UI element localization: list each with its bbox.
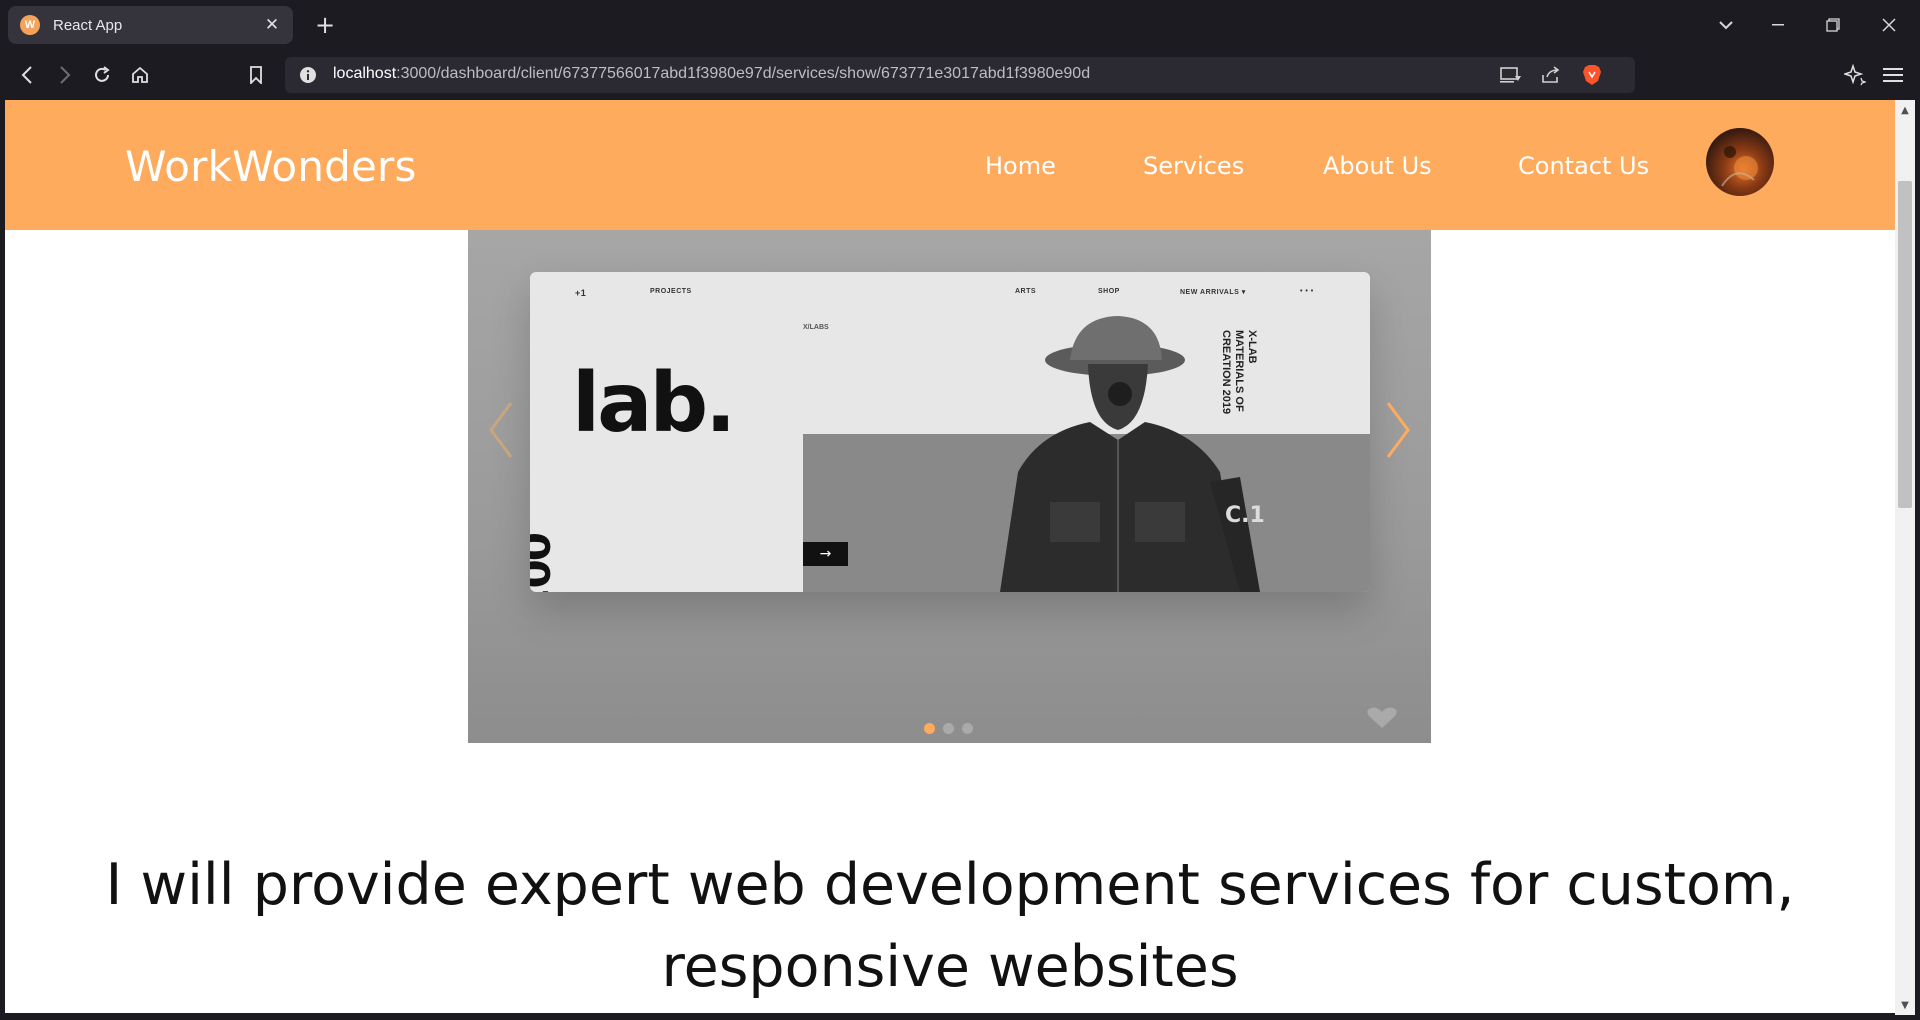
mock-tag: X/LABS [803, 324, 829, 331]
browser-tab-bar: W React App ✕ + [0, 0, 1920, 50]
forward-icon[interactable] [52, 62, 78, 88]
address-bar[interactable]: localhost:3000/dashboard/client/67377566… [285, 57, 1635, 93]
new-tab-icon[interactable]: + [312, 11, 338, 39]
cast-icon[interactable] [1500, 65, 1522, 85]
carousel-slide-image: +1 PROJECTS ARTS SHOP NEW ARRIVALS ▾ • •… [530, 272, 1370, 592]
brand-logo-text[interactable]: WorkWonders [125, 142, 417, 191]
mock-nav-more: • • • [1300, 288, 1314, 295]
service-title-line2: responsive websites [661, 934, 1239, 1000]
url-path: :3000/dashboard/client/67377566017abd1f3… [396, 65, 1091, 82]
svg-text:C.1: C.1 [1225, 503, 1265, 528]
nav-contact-link[interactable]: Contact Us [1518, 152, 1649, 180]
leo-ai-icon[interactable] [1842, 62, 1868, 88]
scroll-down-arrow-icon[interactable]: ▼ [1895, 996, 1915, 1014]
mock-vertical-line1: X-LAB [1246, 330, 1258, 364]
home-icon[interactable] [127, 62, 153, 88]
mock-nav-shop: SHOP [1098, 288, 1120, 295]
site-header: WorkWonders Home Services About Us Conta… [5, 100, 1895, 230]
carousel-dot-1[interactable] [924, 723, 935, 734]
mock-nav-new: NEW ARRIVALS ▾ [1180, 289, 1246, 296]
share-icon[interactable] [1540, 65, 1562, 85]
scrollbar-thumb[interactable] [1898, 181, 1912, 508]
close-window-icon[interactable] [1874, 12, 1904, 38]
restore-icon[interactable] [1818, 12, 1848, 38]
mock-vertical-line3: CREATION 2019 [1220, 330, 1232, 415]
browser-tab[interactable]: W React App ✕ [8, 6, 293, 44]
mock-nav-plus: +1 [575, 288, 587, 298]
tab-list-chevron-icon[interactable] [1711, 12, 1741, 38]
carousel-indicators [924, 723, 973, 734]
carousel-dot-3[interactable] [962, 723, 973, 734]
heart-watermark-icon [1367, 707, 1397, 728]
mock-number: 001 [530, 532, 558, 592]
nav-services-link[interactable]: Services [1143, 152, 1244, 180]
tab-title: React App [53, 16, 123, 34]
mock-arrow-button: → [803, 542, 848, 566]
page-viewport: WorkWonders Home Services About Us Conta… [5, 100, 1895, 1013]
close-tab-icon[interactable]: ✕ [261, 14, 283, 36]
nav-about-link[interactable]: About Us [1323, 152, 1432, 180]
mock-vertical-line2: MATERIALS OF [1233, 330, 1245, 412]
menu-hamburger-icon[interactable] [1880, 62, 1906, 88]
site-info-icon[interactable] [299, 66, 317, 84]
mock-heading: lab. [572, 356, 736, 451]
avatar-image [1721, 146, 1758, 187]
image-carousel[interactable]: +1 PROJECTS ARTS SHOP NEW ARRIVALS ▾ • •… [468, 230, 1431, 743]
scroll-up-arrow-icon[interactable]: ▲ [1895, 101, 1915, 119]
user-avatar[interactable] [1706, 128, 1774, 196]
brave-shield-icon[interactable] [1581, 65, 1603, 85]
carousel-prev-arrow-icon[interactable] [481, 395, 521, 465]
tab-favicon-icon: W [20, 15, 40, 35]
url-host: localhost [333, 65, 397, 82]
mock-nav-projects: PROJECTS [650, 288, 692, 295]
nav-home-link[interactable]: Home [985, 152, 1056, 180]
carousel-dot-2[interactable] [943, 723, 954, 734]
url-text[interactable]: localhost:3000/dashboard/client/67377566… [333, 65, 1090, 83]
mock-vertical-caption: X-LAB MATERIALS OF CREATION 2019 [1219, 330, 1258, 414]
bookmark-icon[interactable] [243, 62, 269, 88]
minimize-icon[interactable] [1763, 12, 1793, 38]
mock-nav-arts: ARTS [1015, 288, 1037, 295]
reload-icon[interactable] [89, 62, 115, 88]
service-title-line1: I will provide expert web development se… [105, 852, 1795, 918]
carousel-next-arrow-icon[interactable] [1378, 395, 1418, 465]
back-icon[interactable] [14, 62, 40, 88]
service-title: I will provide expert web development se… [5, 844, 1895, 1008]
